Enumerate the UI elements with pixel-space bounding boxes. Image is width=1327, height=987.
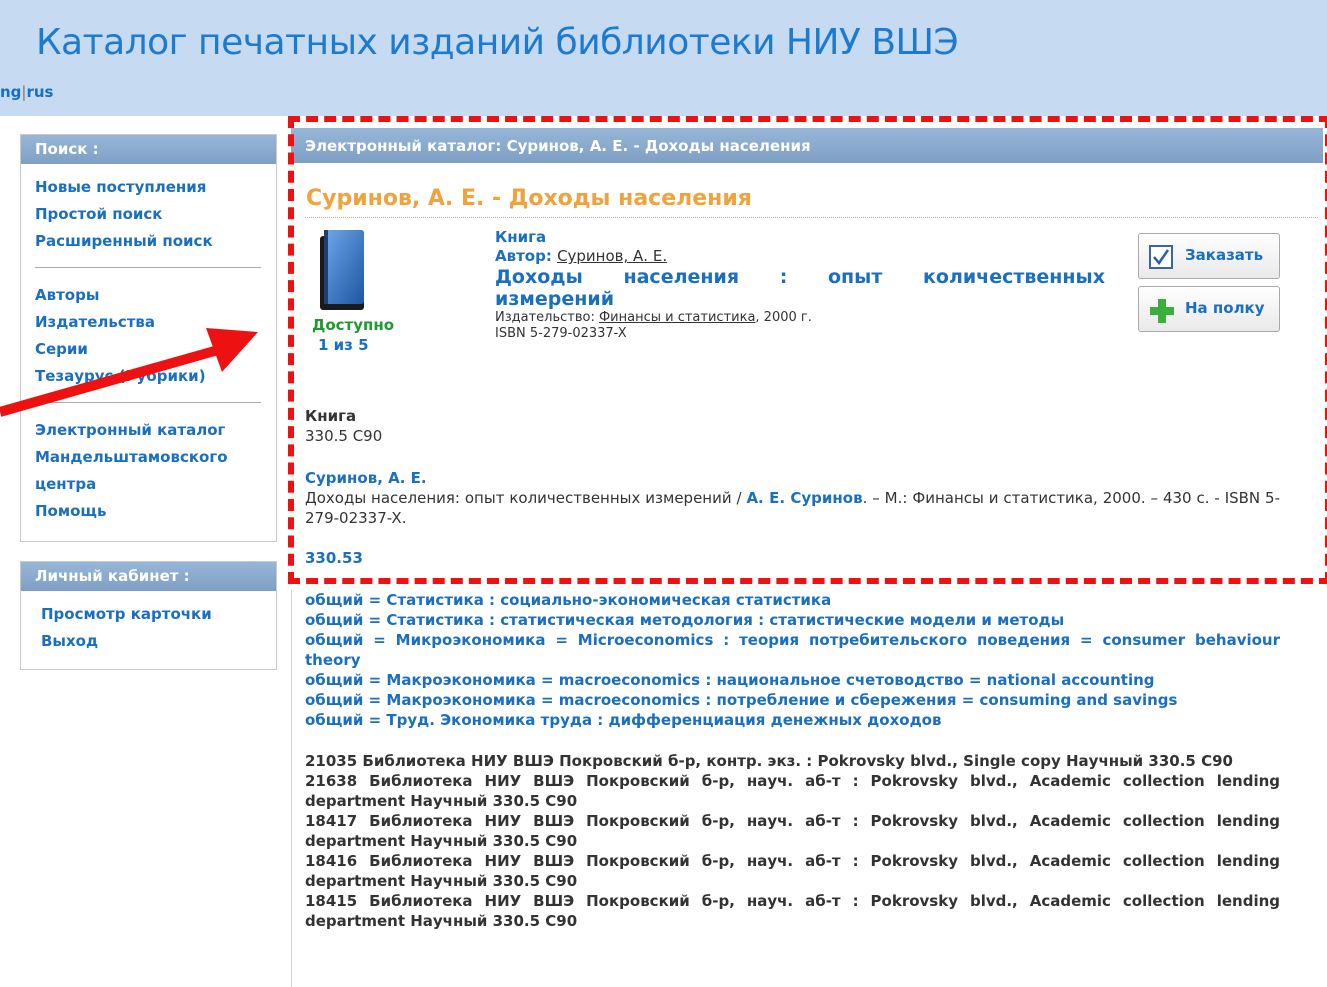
lang-eng-link[interactable]: ng xyxy=(0,83,21,101)
arrow-icon xyxy=(0,328,258,417)
nav-logout[interactable]: Выход xyxy=(41,628,262,655)
subject-item[interactable]: общий = Макроэкономика = macroeconomics … xyxy=(305,670,1280,690)
language-switch: ng|rus xyxy=(0,83,54,101)
subject-list: общий = Статистика : социально-экономиче… xyxy=(305,590,1280,730)
content-border xyxy=(291,590,292,987)
subject-item[interactable]: общий = Микроэкономика = Microeconomics … xyxy=(305,630,1280,670)
nav-authors[interactable]: Авторы xyxy=(35,282,262,309)
cabinet-panel: Личный кабинет : Просмотр карточки Выход xyxy=(20,561,277,670)
nav-e-catalog-line2[interactable]: Мандельштамовского xyxy=(35,444,262,471)
copy-item: 21638 Библиотека НИУ ВШЭ Покровский б-р,… xyxy=(305,772,1280,810)
site-title: Каталог печатных изданий библиотеки НИУ … xyxy=(36,22,959,63)
subject-item[interactable]: общий = Труд. Экономика труда : дифферен… xyxy=(305,710,1280,730)
cabinet-panel-heading: Личный кабинет : xyxy=(21,562,276,591)
header: Каталог печатных изданий библиотеки НИУ … xyxy=(0,0,1327,116)
nav-e-catalog-line3[interactable]: центра xyxy=(35,471,262,498)
nav-advanced-search[interactable]: Расширенный поиск xyxy=(35,228,262,255)
subject-item[interactable]: общий = Статистика : социально-экономиче… xyxy=(305,590,1280,610)
copies-list: 21035 Библиотека НИУ ВШЭ Покровский б-р,… xyxy=(305,751,1280,931)
nav-help[interactable]: Помощь xyxy=(35,498,262,525)
copy-item: 18415 Библиотека НИУ ВШЭ Покровский б-р,… xyxy=(305,892,1280,930)
nav-simple-search[interactable]: Простой поиск xyxy=(35,201,262,228)
copy-item: 18417 Библиотека НИУ ВШЭ Покровский б-р,… xyxy=(305,812,1280,850)
nav-new-arrivals[interactable]: Новые поступления xyxy=(35,174,262,201)
subject-item[interactable]: общий = Статистика : статистическая мето… xyxy=(305,610,1280,630)
cabinet-panel-body: Просмотр карточки Выход xyxy=(21,591,276,663)
copy-item: 21035 Библиотека НИУ ВШЭ Покровский б-р,… xyxy=(305,752,1233,770)
subject-item[interactable]: общий = Макроэкономика = macroeconomics … xyxy=(305,690,1280,710)
annotation-frame xyxy=(288,116,1327,584)
nav-view-card[interactable]: Просмотр карточки xyxy=(41,601,262,628)
search-panel-heading: Поиск : xyxy=(21,135,276,164)
lang-rus-link[interactable]: rus xyxy=(26,83,53,101)
copy-item: 18416 Библиотека НИУ ВШЭ Покровский б-р,… xyxy=(305,852,1280,890)
divider xyxy=(35,267,261,268)
